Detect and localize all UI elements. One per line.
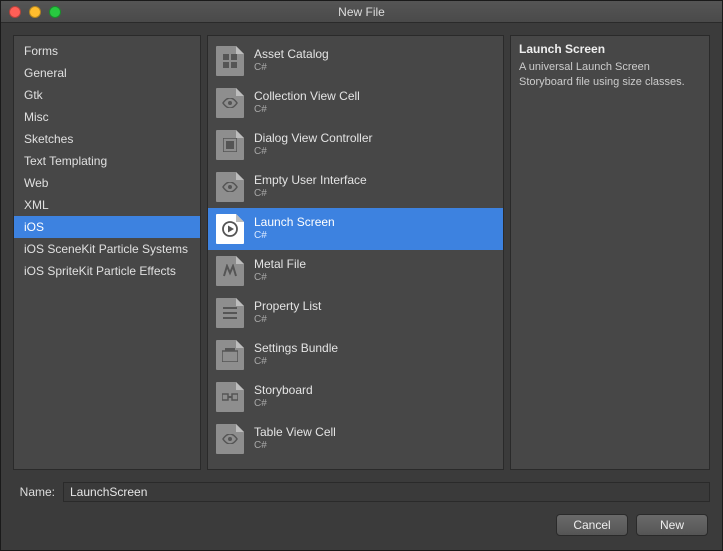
template-title: Storyboard — [254, 384, 313, 397]
template-title: Property List — [254, 300, 321, 313]
new-file-dialog: New File FormsGeneralGtkMiscSketchesText… — [0, 0, 723, 551]
template-subtitle: C# — [254, 355, 338, 368]
template-list: Asset CatalogC#Collection View CellC#Dia… — [207, 35, 504, 470]
template-item[interactable]: Property ListC# — [208, 292, 503, 334]
template-subtitle: C# — [254, 439, 336, 452]
window-controls — [1, 6, 61, 18]
bundle-icon — [216, 340, 244, 370]
template-title: Collection View Cell — [254, 90, 360, 103]
name-label: Name: — [13, 485, 55, 499]
name-row: Name: — [13, 482, 710, 502]
template-subtitle: C# — [254, 145, 373, 158]
close-icon[interactable] — [9, 6, 21, 18]
cancel-button[interactable]: Cancel — [556, 514, 628, 536]
detail-pane: Launch Screen A universal Launch Screen … — [510, 35, 710, 470]
category-item[interactable]: iOS SceneKit Particle Systems — [14, 238, 200, 260]
category-list: FormsGeneralGtkMiscSketchesText Templati… — [13, 35, 201, 470]
detail-title: Launch Screen — [519, 42, 701, 56]
swatch-icon — [216, 130, 244, 160]
eye-icon — [216, 172, 244, 202]
zoom-icon[interactable] — [49, 6, 61, 18]
template-item[interactable]: Settings BundleC# — [208, 334, 503, 376]
play-icon — [216, 214, 244, 244]
template-title: Launch Screen — [254, 216, 335, 229]
template-title: Metal File — [254, 258, 306, 271]
category-item[interactable]: Web — [14, 172, 200, 194]
detail-description: A universal Launch Screen Storyboard fil… — [519, 60, 701, 90]
template-item[interactable]: Asset CatalogC# — [208, 40, 503, 82]
new-button[interactable]: New — [636, 514, 708, 536]
titlebar: New File — [1, 1, 722, 23]
category-item[interactable]: Sketches — [14, 128, 200, 150]
template-title: Table View Cell — [254, 426, 336, 439]
template-subtitle: C# — [254, 103, 360, 116]
storyboard-icon — [216, 382, 244, 412]
category-item[interactable]: iOS — [14, 216, 200, 238]
list-icon — [216, 298, 244, 328]
template-item[interactable]: Empty User InterfaceC# — [208, 166, 503, 208]
template-title: Dialog View Controller — [254, 132, 373, 145]
category-item[interactable]: Misc — [14, 106, 200, 128]
panes: FormsGeneralGtkMiscSketchesText Templati… — [13, 35, 710, 470]
category-item[interactable]: Gtk — [14, 84, 200, 106]
category-item[interactable]: XML — [14, 194, 200, 216]
template-item[interactable]: Metal FileC# — [208, 250, 503, 292]
template-subtitle: C# — [254, 397, 313, 410]
dialog-body: FormsGeneralGtkMiscSketchesText Templati… — [1, 23, 722, 550]
template-subtitle: C# — [254, 271, 306, 284]
template-item[interactable]: Table View CellC# — [208, 418, 503, 460]
eye-icon — [216, 88, 244, 118]
grid-icon — [216, 46, 244, 76]
template-subtitle: C# — [254, 229, 335, 242]
category-item[interactable]: iOS SpriteKit Particle Effects — [14, 260, 200, 282]
dialog-footer: Cancel New — [13, 514, 710, 538]
name-input[interactable] — [63, 482, 710, 502]
category-item[interactable]: Forms — [14, 40, 200, 62]
template-title: Settings Bundle — [254, 342, 338, 355]
template-subtitle: C# — [254, 187, 367, 200]
template-item[interactable]: StoryboardC# — [208, 376, 503, 418]
template-subtitle: C# — [254, 313, 321, 326]
template-item[interactable]: Collection View CellC# — [208, 82, 503, 124]
eye-icon — [216, 424, 244, 454]
minimize-icon[interactable] — [29, 6, 41, 18]
template-item[interactable]: Launch ScreenC# — [208, 208, 503, 250]
window-title: New File — [1, 5, 722, 19]
category-item[interactable]: General — [14, 62, 200, 84]
template-item[interactable]: Dialog View ControllerC# — [208, 124, 503, 166]
template-subtitle: C# — [254, 61, 329, 74]
template-title: Asset Catalog — [254, 48, 329, 61]
template-title: Empty User Interface — [254, 174, 367, 187]
metal-icon — [216, 256, 244, 286]
category-item[interactable]: Text Templating — [14, 150, 200, 172]
